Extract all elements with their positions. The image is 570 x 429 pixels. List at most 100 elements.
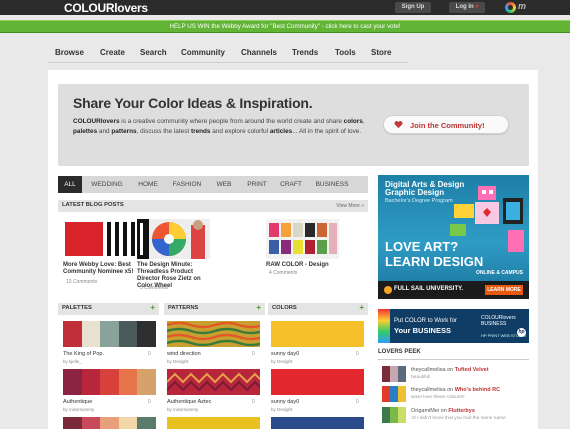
link-palettes[interactable]: palettes	[73, 128, 97, 135]
tab-home[interactable]: HOME	[132, 176, 164, 193]
pattern-thumb-2[interactable]	[167, 369, 260, 395]
view-more-link[interactable]: View More »	[336, 203, 364, 209]
wind-direction-pattern	[167, 321, 260, 347]
m-logo-icon[interactable]: m	[518, 1, 526, 11]
lovers-peek-header: LOVERS PEEK	[378, 349, 421, 355]
color-name-1[interactable]: sunny day0	[271, 351, 299, 357]
pattern-name-1[interactable]: wind direction	[167, 351, 201, 357]
link-colors[interactable]: colors	[344, 118, 363, 125]
peek-item[interactable]: theycallmelisa on Who's behind RC wow! l…	[382, 386, 529, 404]
webby-nominee-graphic	[63, 219, 136, 259]
ad-online-campus: ONLINE & CAMPUS	[476, 270, 523, 276]
site-logo[interactable]: COLOURlovers	[64, 1, 148, 15]
peek-activity: OrigamiMei on Flutterbys	[411, 408, 475, 414]
peek-user-name[interactable]: theycallmelisa	[411, 387, 446, 393]
join-community-button[interactable]: Join the Community!	[383, 115, 509, 134]
peek-thumb[interactable]	[382, 407, 406, 423]
palette-user-1[interactable]: by kjelle_	[63, 359, 82, 364]
color-swatch-3[interactable]	[271, 417, 364, 429]
business-ad-line-2: Your BUSINESS	[394, 326, 451, 335]
palette-count-2: 0	[148, 399, 151, 405]
business-ad[interactable]: Put COLOR to Work for Your BUSINESS COLO…	[378, 309, 529, 343]
ad-school-name: FULL SAIL UNIVERSITY.	[394, 286, 464, 292]
patterns-section-header: PATTERNS +	[164, 303, 265, 315]
peek-item[interactable]: OrigamiMei on Flutterbys :D I didn't kno…	[382, 407, 529, 425]
palettes-title: PALETTES	[62, 305, 92, 311]
color-user-1[interactable]: by Dsnight	[271, 359, 292, 364]
webby-vote-banner[interactable]: HELP US WIN the Webby Award for "Best Co…	[0, 20, 570, 33]
business-ad-brand: COLOURlovers BUSINESS	[481, 315, 516, 327]
peek-thumb[interactable]	[382, 366, 406, 382]
banner-text: HELP US WIN the Webby Award for "Best Co…	[169, 23, 401, 30]
palette-user-2[interactable]: by missmummy	[63, 407, 94, 412]
learn-more-button[interactable]: LEARN MORE	[485, 285, 523, 295]
tab-fashion[interactable]: FASHION	[168, 176, 206, 193]
blog-post-comments-1[interactable]: 13 Comments	[66, 279, 97, 285]
color-wheel-photo	[137, 219, 210, 259]
blog-section-title: LATEST BLOG POSTS	[62, 202, 124, 208]
blog-section-header: LATEST BLOG POSTS View More »	[58, 200, 368, 212]
color-user-2[interactable]: by Dsnight	[271, 407, 292, 412]
color-swatch-1[interactable]	[271, 321, 364, 347]
business-ad-line-1: Put COLOR to Work for	[394, 318, 457, 324]
nav-item-community[interactable]: Community	[181, 48, 225, 57]
link-articles[interactable]: articles	[270, 128, 292, 135]
nav-item-trends[interactable]: Trends	[292, 48, 318, 57]
peek-item[interactable]: theycallmelisa on Tufted Velvet beautifu…	[382, 366, 529, 384]
palette-swatch-1[interactable]	[63, 321, 156, 347]
sign-up-button[interactable]: Sign Up	[395, 2, 431, 13]
color-count-2: 0	[356, 399, 359, 405]
nav-item-search[interactable]: Search	[140, 48, 167, 57]
peek-thumb[interactable]	[382, 386, 406, 402]
tab-all[interactable]: ALL	[58, 176, 82, 193]
pattern-user-2[interactable]: by missmummy	[167, 407, 198, 412]
link-trends[interactable]: trends	[191, 128, 211, 135]
peek-user-name[interactable]: OrigamiMei	[411, 408, 439, 414]
pattern-thumb-3[interactable]	[167, 417, 260, 429]
color-count-1: 0	[356, 351, 359, 357]
add-color-icon[interactable]: +	[359, 303, 364, 312]
full-sail-ad[interactable]: Digital Arts & Design Graphic Design Bac…	[378, 175, 529, 299]
palette-swatch-2[interactable]	[63, 369, 156, 395]
color-name-2[interactable]: sunny day0	[271, 399, 299, 405]
color-swatch-2[interactable]	[271, 369, 364, 395]
blog-post-image-3[interactable]	[266, 219, 339, 259]
peek-target[interactable]: Who's behind RC	[455, 387, 500, 393]
peek-user-name[interactable]: theycallmelisa	[411, 367, 446, 373]
palette-name-1[interactable]: The King of Pop.	[63, 351, 104, 357]
nav-item-store[interactable]: Store	[371, 48, 391, 57]
tab-business[interactable]: BUSINESS	[310, 176, 354, 193]
hp-logo-icon: hp	[517, 328, 526, 337]
tab-craft[interactable]: CRAFT	[276, 176, 306, 193]
log-in-button[interactable]: Log In ▾	[449, 2, 485, 13]
aztec-pattern	[167, 369, 260, 395]
patterns-title: PATTERNS	[168, 305, 199, 311]
palette-name-2[interactable]: Authentique	[63, 399, 92, 405]
blog-post-title-1[interactable]: More Webby Love: Best Community Nominee …	[63, 262, 136, 276]
hero-brand[interactable]: COLOURlovers	[73, 118, 120, 125]
add-pattern-icon[interactable]: +	[256, 303, 261, 312]
peek-target[interactable]: Flutterbys	[448, 408, 475, 414]
blog-post-comments-2[interactable]: 3 Comments	[140, 285, 168, 291]
tab-web[interactable]: WEB	[210, 176, 238, 193]
pattern-user-1[interactable]: by Dsnight	[167, 359, 188, 364]
color-wheel-icon[interactable]	[505, 2, 516, 13]
nav-item-create[interactable]: Create	[100, 48, 125, 57]
nav-item-channels[interactable]: Channels	[241, 48, 277, 57]
nav-item-tools[interactable]: Tools	[335, 48, 356, 57]
add-palette-icon[interactable]: +	[150, 303, 155, 312]
palette-swatch-3[interactable]	[63, 417, 156, 429]
pattern-count-2: 0	[252, 399, 255, 405]
blog-post-title-3[interactable]: RAW COLOR - Design	[266, 262, 339, 269]
blog-post-image-2[interactable]	[137, 219, 210, 259]
pattern-thumb-1[interactable]	[167, 321, 260, 347]
pattern-name-2[interactable]: Authentique Aztec	[167, 399, 211, 405]
nav-item-browse[interactable]: Browse	[55, 48, 84, 57]
peek-target[interactable]: Tufted Velvet	[455, 367, 489, 373]
link-patterns[interactable]: patterns	[111, 128, 136, 135]
blog-post-image-1[interactable]	[63, 219, 136, 259]
blog-post-comments-3[interactable]: 4 Comments	[269, 270, 297, 276]
main-nav: Browse Create Search Community Channels …	[48, 46, 408, 62]
tab-print[interactable]: PRINT	[242, 176, 272, 193]
tab-wedding[interactable]: WEDDING	[86, 176, 128, 193]
